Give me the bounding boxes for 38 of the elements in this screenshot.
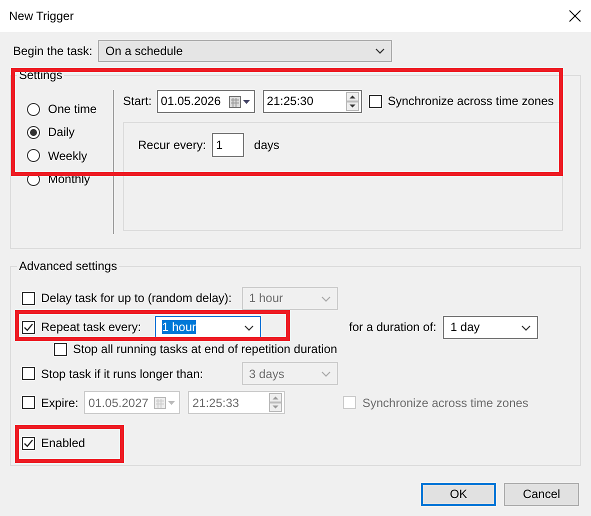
date-field[interactable]: 01.05.2026	[156, 90, 255, 113]
checkbox-label[interactable]: Repeat task every:	[41, 320, 149, 335]
chevron-down-icon	[321, 370, 331, 377]
checkbox[interactable]	[22, 437, 35, 450]
radio-label[interactable]: Daily	[48, 125, 75, 140]
checkbox-label[interactable]: Stop all running tasks at end of repetition duration	[73, 342, 338, 356]
number-field[interactable]: 1	[212, 133, 244, 157]
window-title: New Trigger	[9, 8, 74, 24]
checkbox[interactable]	[368, 94, 382, 108]
radio-label[interactable]: Weekly	[48, 148, 88, 164]
radio-label[interactable]: One time	[48, 102, 97, 116]
ok-button[interactable]: OK	[421, 483, 496, 506]
field-label: Begin the task:	[13, 44, 92, 58]
dropdown[interactable]: 1 hour	[155, 316, 261, 339]
dropdown[interactable]: 1 day	[443, 316, 538, 339]
cancel-button[interactable]: Cancel	[504, 483, 579, 506]
spinner-icon[interactable]	[346, 92, 359, 111]
time-field[interactable]: 21:25:30	[262, 90, 362, 113]
checkbox[interactable]	[54, 342, 67, 356]
group-title: Advanced settings	[17, 259, 120, 274]
radio-button[interactable]	[27, 126, 40, 140]
field-label: Recur every:	[138, 138, 206, 152]
close-icon[interactable]	[569, 10, 581, 22]
radio-button[interactable]	[27, 102, 40, 116]
chevron-down-icon	[521, 324, 532, 330]
chevron-down-icon	[244, 324, 254, 330]
field-label: for a duration of:	[349, 320, 436, 335]
checkbox-label[interactable]: Enabled	[41, 436, 86, 451]
selected-text: 1 hour	[162, 320, 196, 334]
field-label: Start:	[123, 94, 152, 109]
dropdown[interactable]: On a schedule	[98, 40, 392, 62]
checkbox[interactable]	[22, 321, 35, 334]
unit-label: days	[254, 138, 280, 152]
checkbox-label[interactable]: Synchronize across time zones	[388, 94, 554, 109]
chevron-down-icon	[321, 296, 331, 302]
calendar-icon[interactable]	[228, 96, 251, 108]
radio-button[interactable]	[27, 149, 40, 162]
chevron-down-icon	[375, 48, 386, 54]
